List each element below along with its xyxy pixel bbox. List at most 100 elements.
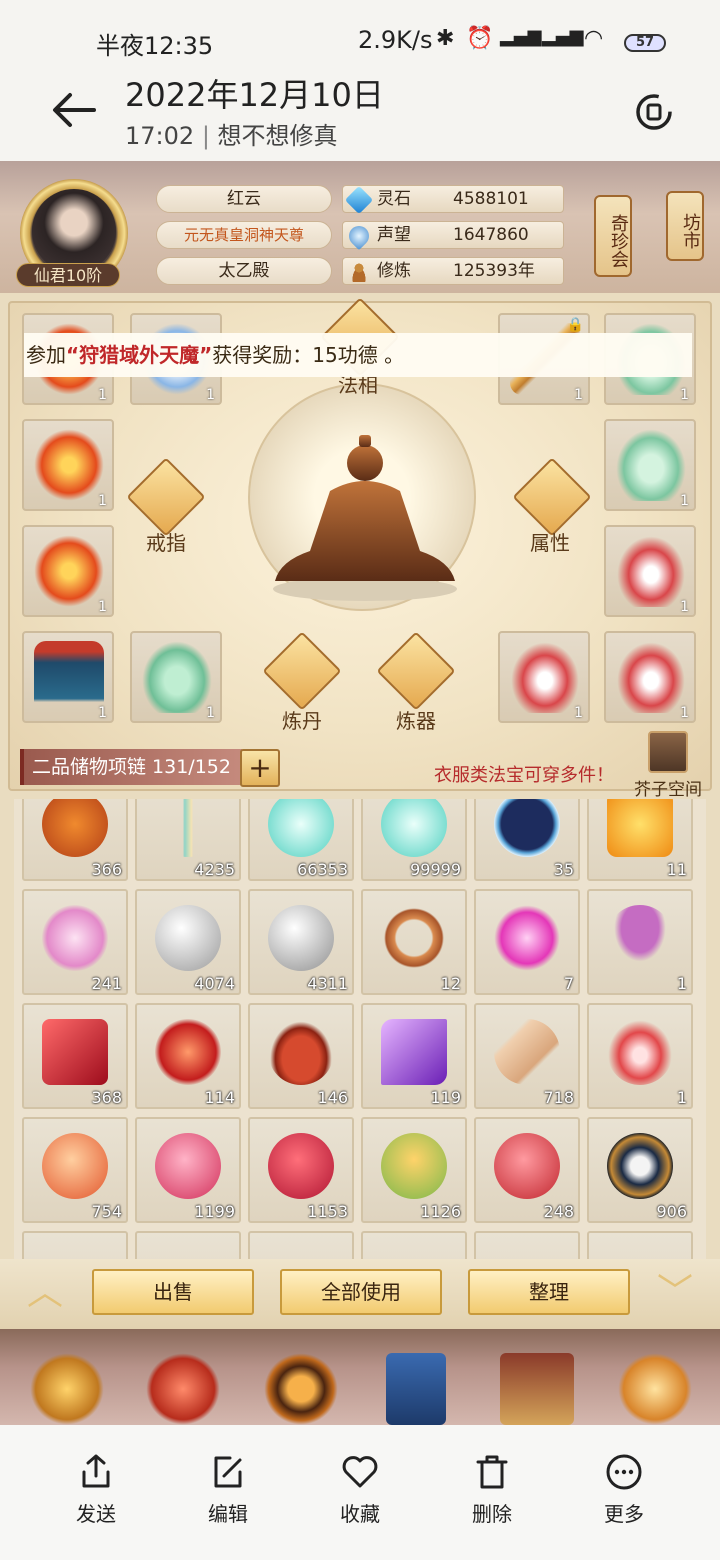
inventory-item[interactable]: 4235 (135, 799, 241, 881)
inventory-item[interactable]: 99999 (361, 799, 467, 881)
use-all-button[interactable]: 全部使用 (280, 1269, 442, 1315)
inventory-item[interactable]: 11 (587, 799, 693, 881)
bonsai-tree-icon (607, 905, 673, 971)
inventory-item[interactable]: 718 (474, 1003, 580, 1109)
equip-slot[interactable]: 1 (604, 419, 696, 511)
inventory-item[interactable] (587, 1231, 693, 1259)
attributes-label: 属性 (530, 531, 570, 555)
ring-label: 戒指 (146, 531, 186, 555)
player-sect: 太乙殿 (156, 257, 332, 285)
potion-icon (268, 799, 334, 857)
inventory-item[interactable] (22, 1231, 128, 1259)
pavilion-icon[interactable] (500, 1353, 574, 1425)
slot-count: 1 (98, 387, 107, 403)
item-count: 754 (91, 1202, 122, 1221)
inventory-item[interactable]: 1 (587, 889, 693, 995)
sort-button[interactable]: 整理 (468, 1269, 630, 1315)
inventory-item[interactable] (361, 1231, 467, 1259)
equip-slot[interactable]: 1 (498, 631, 590, 723)
equip-slot[interactable]: 1 (22, 525, 114, 617)
signal-1-icon: ▂▄▆ (500, 26, 542, 47)
storage-hint: 衣服类法宝可穿多件！ (434, 765, 614, 786)
rotate-icon (636, 94, 672, 130)
inventory-item[interactable]: 119 (361, 1003, 467, 1109)
toast-event: “狩猎域外天魔” (66, 343, 213, 367)
favorite-label: 收藏 (340, 1502, 380, 1526)
inventory-item[interactable]: 12 (361, 889, 467, 995)
inventory-item[interactable]: 7 (474, 889, 580, 995)
mustard-space-button[interactable]: 芥子空间 (628, 731, 708, 803)
inventory-item[interactable]: 4311 (248, 889, 354, 995)
amber-gem-icon (607, 799, 673, 857)
inventory-item[interactable] (248, 1231, 354, 1259)
send-button[interactable]: 发送 (56, 1452, 136, 1542)
inventory-item[interactable] (135, 1231, 241, 1259)
item-count: 1199 (194, 1202, 235, 1221)
sword-icon (155, 799, 221, 857)
silver-orb-icon (155, 905, 221, 971)
equip-slot[interactable]: 1 (22, 419, 114, 511)
gourd-icon[interactable] (618, 1353, 692, 1425)
stat-label: 修炼 (377, 261, 411, 281)
chest-icon (648, 731, 688, 773)
edit-label: 编辑 (208, 1502, 248, 1526)
back-button[interactable] (50, 88, 98, 132)
equip-slot[interactable]: 1 (22, 631, 114, 723)
inventory-item[interactable]: 35 (474, 799, 580, 881)
book-icon[interactable] (386, 1353, 446, 1425)
share-icon (82, 1454, 110, 1488)
market-sign[interactable]: 坊市 (666, 191, 704, 261)
item-count: 366 (91, 860, 122, 879)
scroll-down-button[interactable]: ﹀ (650, 1273, 700, 1313)
scroll-up-button[interactable]: ︿ (20, 1273, 70, 1313)
bag-icon[interactable] (146, 1353, 220, 1425)
sell-button[interactable]: 出售 (92, 1269, 254, 1315)
edit-button[interactable]: 编辑 (188, 1452, 268, 1542)
inventory-item[interactable]: 1199 (135, 1117, 241, 1223)
stat-spirit-stone: 灵石 4588101 (342, 185, 564, 215)
inventory-item[interactable] (474, 1231, 580, 1259)
slot-count: 1 (98, 599, 107, 615)
storage-capacity: 二品储物项链 131/152 (20, 749, 242, 785)
gourd-icon (42, 799, 108, 857)
skill-wheel-icon[interactable] (264, 1353, 338, 1425)
pomegranate-icon (494, 1133, 560, 1199)
cultivator-icon[interactable] (30, 1353, 104, 1425)
expand-storage-button[interactable]: + (240, 749, 280, 787)
item-count: 4074 (194, 974, 235, 993)
item-count: 12 (440, 974, 461, 993)
inventory-item[interactable]: 66353 (248, 799, 354, 881)
toast-suffix: 获得奖励：15功德 。 (212, 343, 405, 367)
inventory-item[interactable]: 906 (587, 1117, 693, 1223)
inventory-item[interactable]: 368 (22, 1003, 128, 1109)
equip-slot[interactable]: 1 (130, 631, 222, 723)
inventory-item[interactable]: 754 (22, 1117, 128, 1223)
lotus-fruit-icon (381, 1133, 447, 1199)
inventory-item[interactable]: 114 (135, 1003, 241, 1109)
inventory-item[interactable]: 1 (587, 1003, 693, 1109)
item-count: 241 (91, 974, 122, 993)
rotate-button[interactable] (634, 92, 674, 132)
slot-count: 1 (574, 387, 583, 403)
edit-icon (214, 1456, 242, 1488)
inventory-item[interactable]: 241 (22, 889, 128, 995)
inventory-item[interactable]: 1153 (248, 1117, 354, 1223)
signal-2-icon: ▂▄▆ (542, 26, 584, 47)
network-speed: 2.9K/s (358, 26, 433, 54)
inventory-item[interactable]: 4074 (135, 889, 241, 995)
equip-slot[interactable]: 1 (604, 631, 696, 723)
treasure-fair-sign[interactable]: 奇珍会 (594, 195, 632, 277)
inventory-item[interactable]: 366 (22, 799, 128, 881)
item-count: 368 (91, 1088, 122, 1107)
red-robe-icon (616, 535, 686, 607)
favorite-button[interactable]: 收藏 (320, 1452, 400, 1542)
inventory-item[interactable]: 146 (248, 1003, 354, 1109)
inventory-item[interactable]: 248 (474, 1117, 580, 1223)
delete-button[interactable]: 删除 (452, 1452, 532, 1542)
inventory-item[interactable]: 1126 (361, 1117, 467, 1223)
more-button[interactable]: 更多 (584, 1452, 664, 1542)
peach-icon (42, 1133, 108, 1199)
item-count: 4235 (194, 860, 235, 879)
red-robe-icon (616, 641, 686, 713)
equip-slot[interactable]: 1 (604, 525, 696, 617)
